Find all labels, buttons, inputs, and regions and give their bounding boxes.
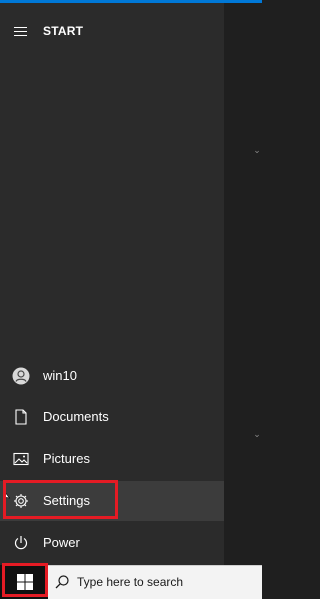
taskbar-search-box[interactable]: Type here to search — [48, 565, 262, 599]
settings-highlight-box — [3, 480, 118, 519]
start-item-documents[interactable]: Documents — [0, 397, 224, 437]
start-item-label: Pictures — [43, 451, 90, 466]
user-avatar-icon — [10, 366, 32, 386]
tiles-area — [224, 3, 262, 565]
chevron-down-icon: ⌄ — [253, 429, 261, 439]
start-title: START — [43, 24, 84, 38]
document-icon — [10, 407, 32, 427]
search-placeholder: Type here to search — [77, 575, 184, 589]
start-button-highlight-box — [2, 563, 48, 597]
hamburger-icon — [14, 27, 27, 28]
start-item-label: Documents — [43, 409, 109, 424]
start-item-label: Power — [43, 535, 80, 550]
start-item-user[interactable]: win10 — [0, 356, 224, 396]
chevron-down-icon: ⌄ — [253, 145, 261, 155]
hamburger-menu-button[interactable] — [10, 23, 34, 41]
pictures-icon — [10, 449, 32, 469]
start-item-power[interactable]: Power — [0, 523, 224, 563]
start-item-label: win10 — [43, 368, 77, 383]
search-icon — [55, 575, 69, 589]
start-item-pictures[interactable]: Pictures — [0, 439, 224, 479]
power-icon — [10, 533, 32, 553]
